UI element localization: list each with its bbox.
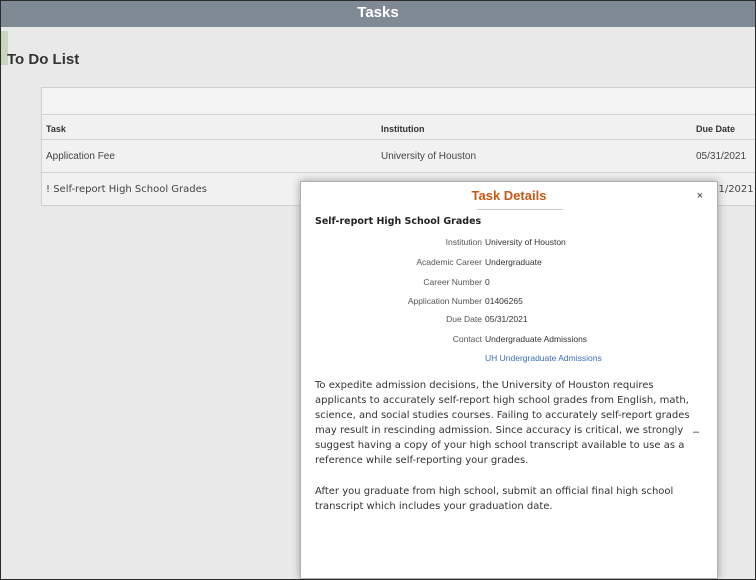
app-frame: Tasks To Do List Task Institution Due Da…	[0, 0, 756, 580]
grid-header: Task Institution Due Date	[42, 121, 755, 140]
field-academic-career: Academic Career Undergraduate	[301, 257, 717, 271]
field-career-number: Career Number 0	[301, 277, 717, 291]
contact-link-row: UH Undergraduate Admissions	[301, 353, 717, 367]
field-contact: Contact Undergraduate Admissions	[301, 334, 717, 348]
column-header-task[interactable]: Task	[46, 124, 66, 134]
field-value: 01406265	[485, 296, 523, 306]
field-value: Undergraduate Admissions	[485, 334, 588, 344]
field-label: Due Date	[446, 314, 482, 324]
table-row[interactable]: Application Fee University of Houston 05…	[42, 140, 755, 173]
header-title: Tasks	[357, 4, 399, 21]
task-cell: ! Self-report High School Grades	[46, 184, 208, 195]
field-label: Career Number	[423, 277, 482, 287]
title-divider	[477, 209, 563, 210]
field-label: Contact	[452, 334, 482, 344]
due-date-cell: 05/31/2021	[696, 151, 747, 162]
column-header-due-date[interactable]: Due Date	[696, 124, 735, 134]
collapse-icon[interactable]: –	[693, 426, 699, 438]
field-label: Application Number	[407, 296, 482, 306]
task-heading: Self-report High School Grades	[315, 216, 482, 227]
column-header-institution[interactable]: Institution	[381, 124, 425, 134]
field-application-number: Application Number 01406265	[301, 296, 717, 310]
header-bar: Tasks	[1, 1, 755, 27]
task-details-modal: Task Details × Self-report High School G…	[300, 181, 718, 579]
field-due-date: Due Date 05/31/2021	[301, 314, 717, 328]
field-value: 05/31/2021	[485, 314, 528, 324]
task-cell: Application Fee	[46, 151, 115, 162]
graduation-paragraph: After you graduate from high school, sub…	[315, 486, 674, 512]
institution-cell: University of Houston	[381, 151, 477, 162]
field-label: Institution	[445, 237, 482, 247]
field-institution: Institution University of Houston	[301, 237, 717, 251]
field-value: University of Houston	[485, 237, 566, 247]
contact-link[interactable]: UH Undergraduate Admissions	[485, 353, 602, 363]
field-label: Academic Career	[416, 257, 482, 267]
field-value: Undergraduate	[485, 257, 542, 267]
close-icon[interactable]: ×	[697, 190, 703, 202]
modal-title: Task Details	[471, 188, 547, 203]
field-value: 0	[485, 277, 490, 287]
page-title: To Do List	[7, 51, 80, 68]
grid-toolbar	[42, 88, 755, 115]
instructions-paragraph: To expedite admission decisions, the Uni…	[315, 380, 690, 466]
